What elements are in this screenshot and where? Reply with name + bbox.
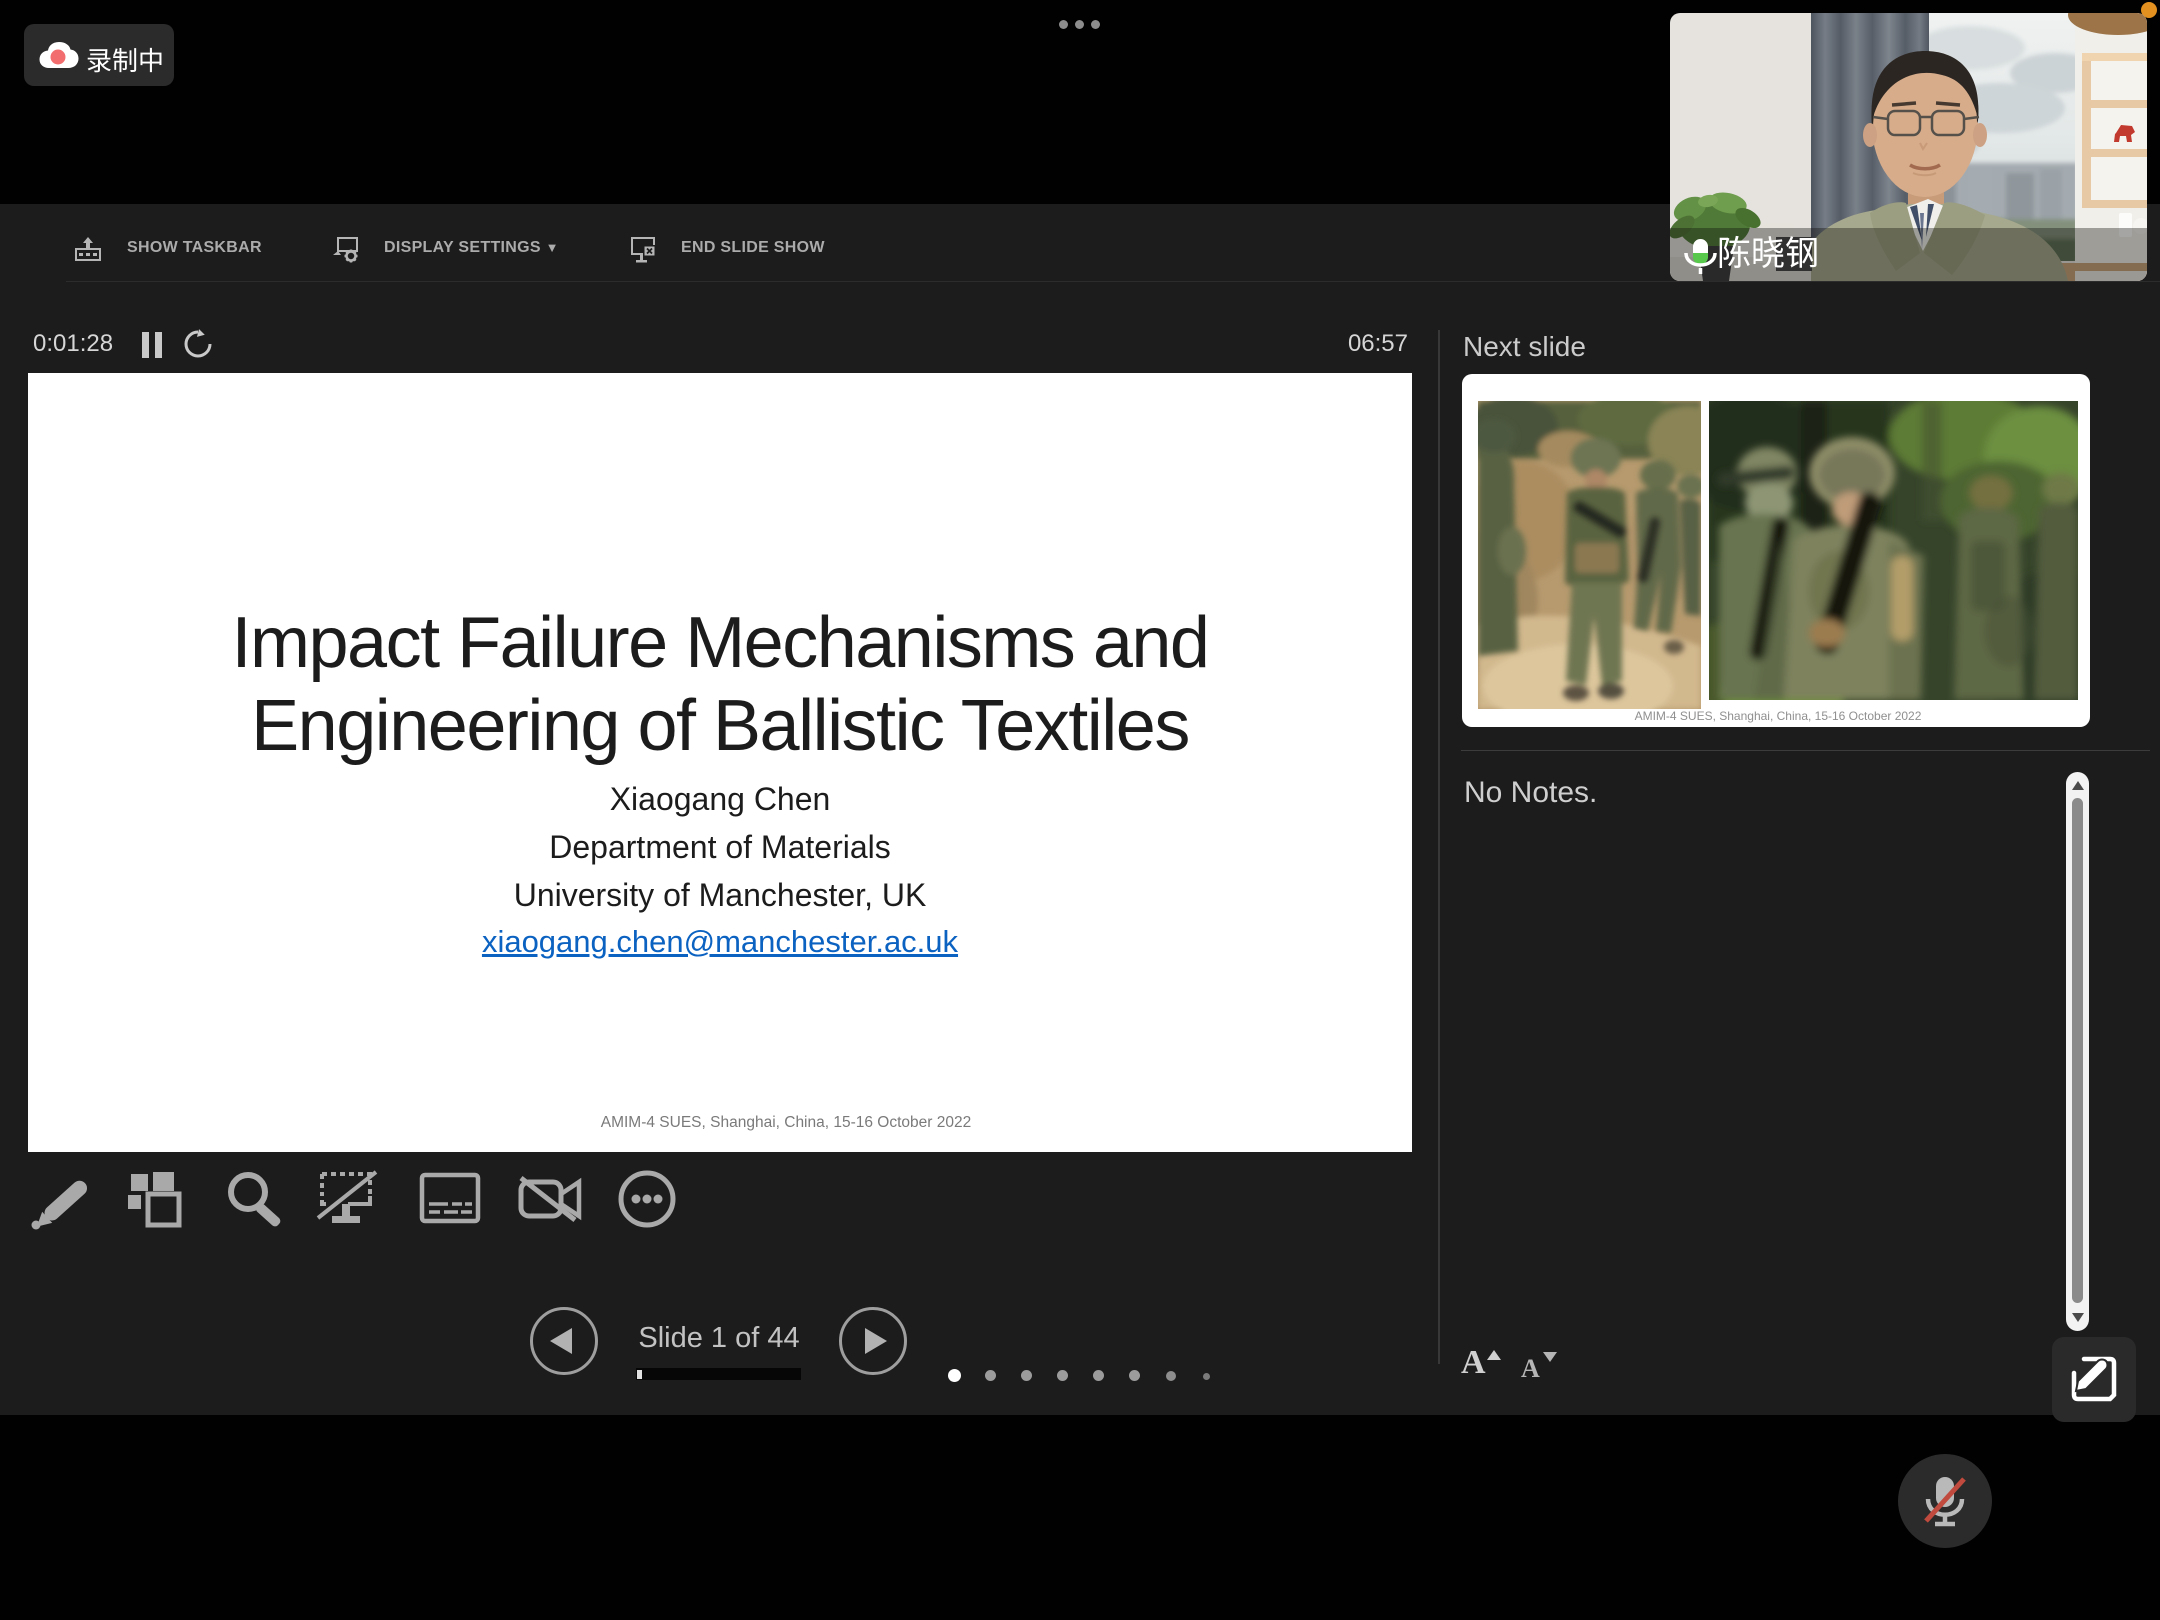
svg-text:陈晓钢: 陈晓钢 — [1717, 235, 1819, 273]
